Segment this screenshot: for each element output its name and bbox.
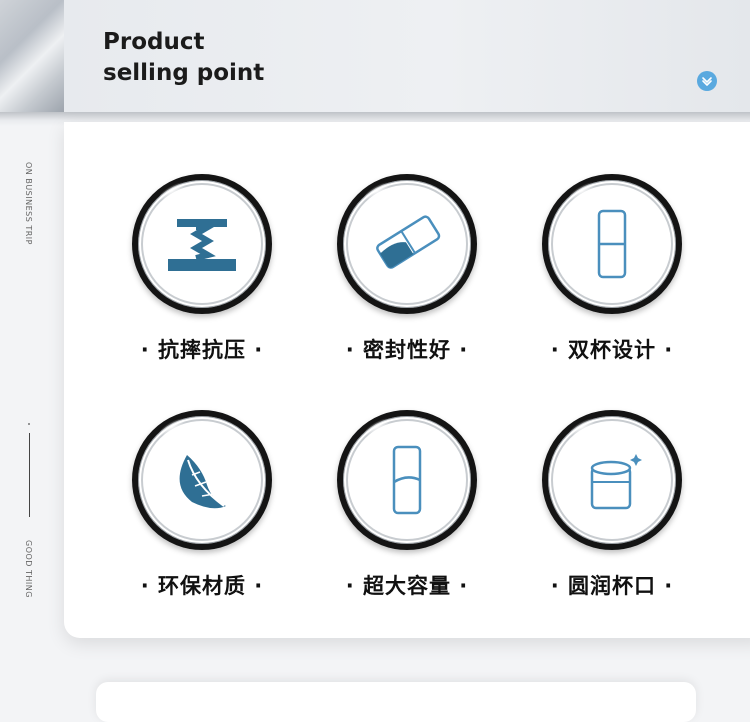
capacity-cup-icon xyxy=(392,445,422,515)
page-title: Product selling point xyxy=(103,27,264,89)
header-photo xyxy=(0,0,64,115)
sealed-cup-icon xyxy=(376,215,441,269)
feature-label: · 双杯设计 · xyxy=(550,338,674,362)
next-card xyxy=(96,682,696,722)
feature-item: · 圆润杯口 · xyxy=(512,410,712,630)
feature-label: · 超大容量 · xyxy=(345,574,469,598)
feature-item: · 双杯设计 · xyxy=(512,174,712,394)
feature-label: · 密封性好 · xyxy=(345,338,469,362)
feature-item: · 密封性好 · xyxy=(307,174,507,394)
side-label-bottom: GOOD THING xyxy=(24,540,33,598)
feature-label: · 环保材质 · xyxy=(140,574,264,598)
side-label-top: ON BUSINESS TRIP xyxy=(24,162,33,245)
feature-item: · 环保材质 · xyxy=(102,410,302,630)
features-card: · 抗摔抗压 · · 密封性好 · · 双杯设计 · · 环保材质 · · 超大… xyxy=(64,122,750,638)
chevron-down-icon xyxy=(702,77,712,86)
side-divider xyxy=(29,433,30,517)
feature-item: · 抗摔抗压 · xyxy=(102,174,302,394)
leaf-icon xyxy=(179,455,226,509)
press-icon xyxy=(168,219,236,271)
side-dot xyxy=(28,423,30,425)
title-line-2: selling point xyxy=(103,60,265,86)
title-line-1: Product xyxy=(103,29,205,55)
chevron-down-button[interactable] xyxy=(697,71,717,91)
rounded-cup-icon xyxy=(590,454,642,510)
feature-label: · 圆润杯口 · xyxy=(550,574,674,598)
feature-label: · 抗摔抗压 · xyxy=(140,338,264,362)
double-cup-icon xyxy=(597,209,627,279)
feature-item: · 超大容量 · xyxy=(307,410,507,630)
